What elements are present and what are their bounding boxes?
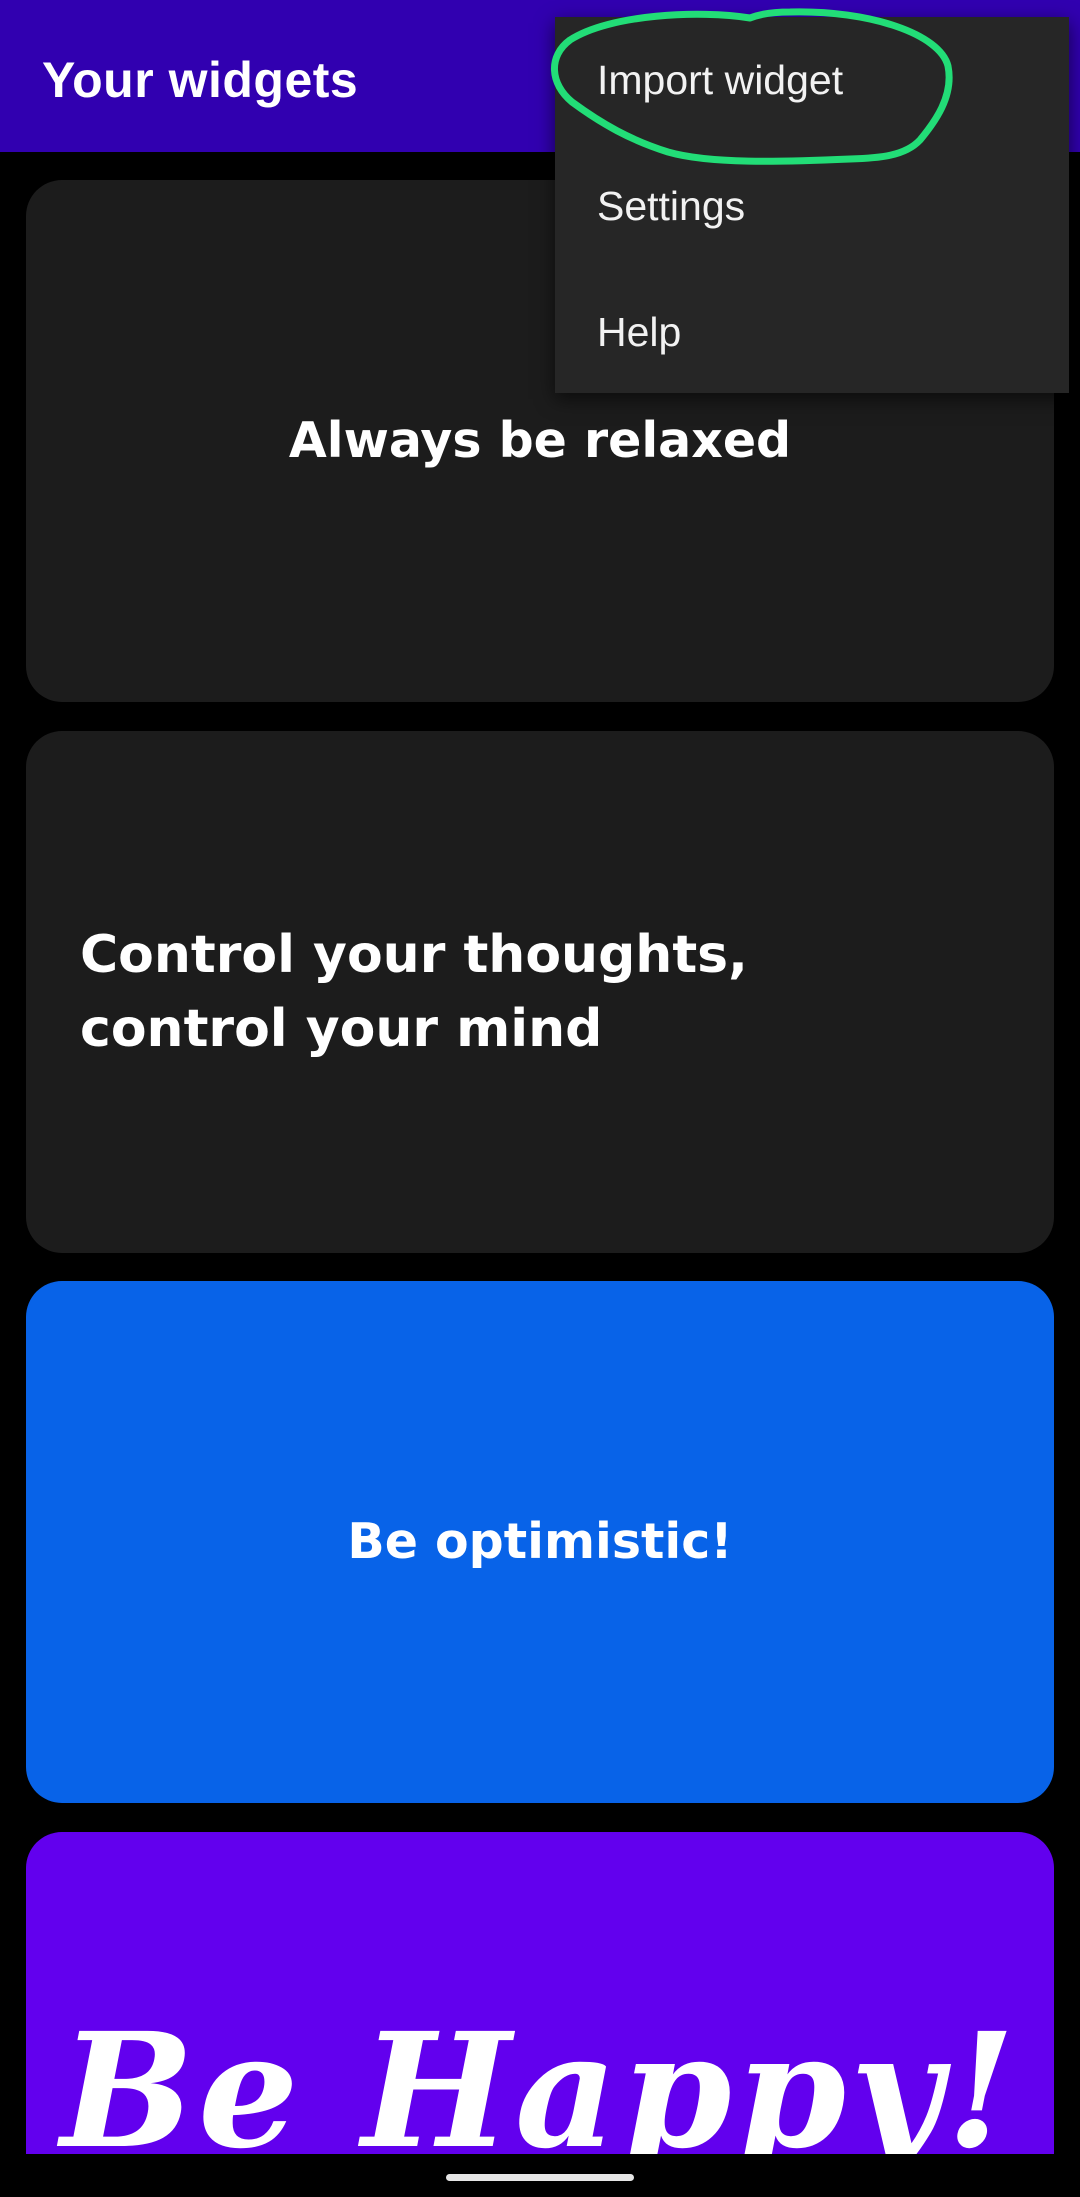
menu-item-help[interactable]: Help [597,307,681,357]
menu-item-import-widget[interactable]: Import widget [597,55,843,105]
widget-text: Be optimistic! [347,1513,733,1570]
menu-item-settings[interactable]: Settings [597,181,745,231]
widget-card[interactable]: Control your thoughts, control your mind [26,731,1054,1253]
widget-text: Be Happy! [60,1999,1020,2155]
overflow-menu: Import widget Settings Help [555,17,1069,393]
home-indicator[interactable] [446,2174,634,2181]
widget-text: Always be relaxed [288,412,792,469]
widget-card[interactable]: Be optimistic! [26,1281,1054,1803]
widget-text: Control your thoughts, control your mind [80,925,748,1059]
page-title: Your widgets [42,52,359,108]
widget-card[interactable]: Be Happy! [26,1832,1054,2154]
